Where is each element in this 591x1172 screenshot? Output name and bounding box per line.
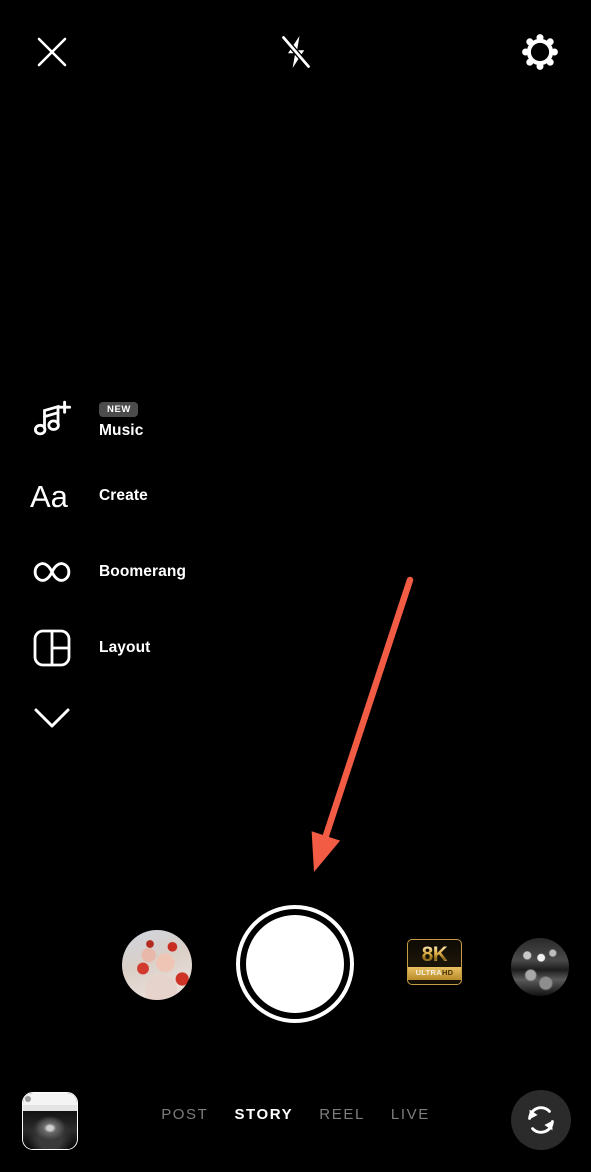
camera-mode-tabs: POST STORY REEL LIVE: [0, 1107, 591, 1122]
text-aa-icon: Aa: [26, 470, 78, 522]
tool-text-music: NEW Music: [78, 401, 144, 439]
annotation-arrow-head: [311, 831, 341, 872]
tab-post[interactable]: POST: [161, 1107, 208, 1122]
music-note-plus-icon: [26, 394, 78, 446]
tab-story[interactable]: STORY: [234, 1107, 293, 1122]
close-button[interactable]: [24, 24, 80, 80]
badge-8k-label: 8K: [421, 943, 448, 966]
camera-tool-rail: NEW Music Aa Create Boomerang Layout: [0, 382, 300, 750]
tool-text-layout: Layout: [78, 640, 150, 656]
tool-label-create: Create: [99, 487, 148, 505]
shutter-button[interactable]: [236, 905, 354, 1023]
svg-text:Aa: Aa: [30, 479, 69, 514]
effect-thumbnail-face[interactable]: [122, 930, 192, 1000]
flash-toggle-button[interactable]: [268, 24, 324, 80]
annotation-arrow-shaft: [320, 576, 414, 847]
gallery-thumb-header: [23, 1093, 77, 1105]
tab-live[interactable]: LIVE: [391, 1107, 430, 1122]
effect-thumbnail-8k-ultra-hd[interactable]: 8K ULTRAHD: [407, 939, 462, 985]
badge-ultra-text: ULTRA: [415, 968, 442, 977]
camera-flip-icon: [528, 1106, 554, 1134]
tool-text-create: Create: [78, 488, 148, 504]
settings-button[interactable]: [512, 24, 568, 80]
tab-reel[interactable]: REEL: [319, 1107, 365, 1122]
tool-label-boomerang: Boomerang: [99, 563, 187, 581]
flash-off-icon: [280, 34, 312, 70]
badge-hd-text: HD: [441, 968, 454, 977]
new-badge: NEW: [99, 401, 138, 417]
bottom-bar: [0, 1080, 591, 1172]
chevron-down-icon: [26, 692, 78, 744]
infinity-icon: [26, 546, 78, 598]
tool-label-layout: Layout: [99, 639, 151, 657]
tool-item-create[interactable]: Aa Create: [0, 458, 300, 534]
tool-item-layout[interactable]: Layout: [0, 610, 300, 686]
close-icon: [37, 37, 67, 67]
layout-grid-icon: [26, 622, 78, 674]
top-bar: [0, 0, 591, 105]
camera-flip-button[interactable]: [511, 1090, 571, 1150]
tool-item-music[interactable]: NEW Music: [0, 382, 300, 458]
gear-icon: [522, 34, 558, 70]
badge-ultrahd-label: ULTRAHD: [408, 967, 461, 980]
tool-text-boomerang: Boomerang: [78, 564, 186, 580]
tool-label-music: Music: [99, 422, 144, 439]
tool-item-boomerang[interactable]: Boomerang: [0, 534, 300, 610]
camera-screen: NEW Music Aa Create Boomerang Layout 8K …: [0, 0, 591, 1172]
tool-rail-expand-button[interactable]: [0, 686, 300, 750]
shutter-inner-circle: [246, 915, 344, 1013]
effect-thumbnail-monochrome[interactable]: [511, 938, 569, 996]
